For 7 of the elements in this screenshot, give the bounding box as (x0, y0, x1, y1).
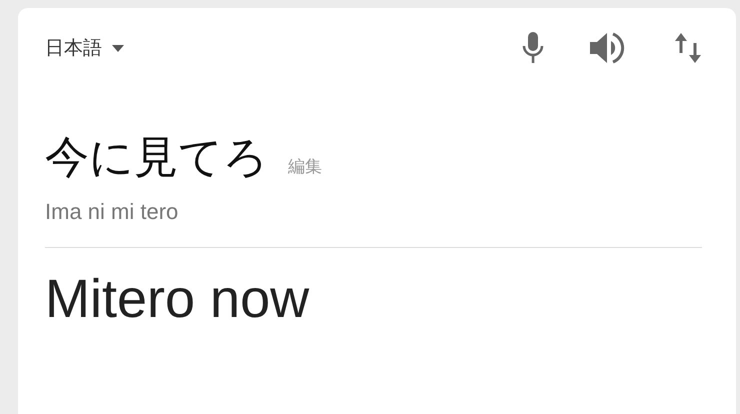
caret-icon (112, 44, 124, 52)
romanization-text: Ima ni mi tero (45, 199, 180, 225)
language-dropdown[interactable]: 日本語 (45, 35, 124, 61)
translation-text: Mitero now (45, 268, 310, 330)
source-text: 今に見てろ (45, 131, 268, 185)
swap-arrows-icon[interactable] (674, 32, 702, 64)
microphone-icon[interactable] (522, 32, 544, 64)
